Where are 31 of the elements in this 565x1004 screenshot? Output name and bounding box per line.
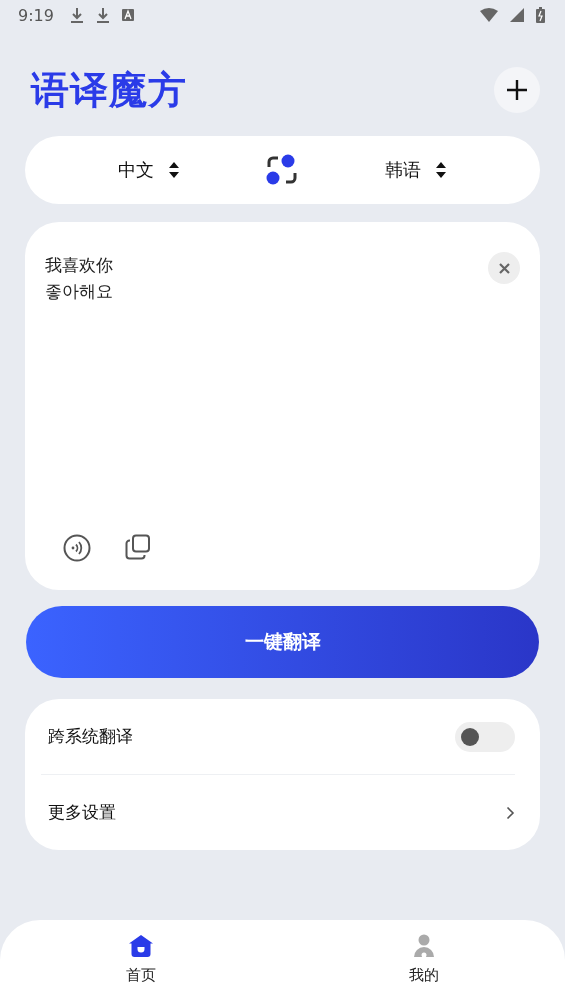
copy-button[interactable] [125,534,151,562]
swap-icon [266,154,299,186]
close-icon [498,262,510,274]
clear-button[interactable] [488,252,520,284]
sort-icon [168,161,181,179]
target-language-selector[interactable]: 韩语 [384,158,447,182]
add-button[interactable] [494,67,540,113]
plus-icon [506,79,528,101]
app-title: 语译魔方 [31,66,187,114]
chevron-right-icon[interactable] [506,805,515,820]
wifi-icon [480,8,498,22]
swap-button[interactable] [266,154,299,186]
source-language-selector[interactable]: 中文 [118,158,181,182]
keyboard-icon [121,9,134,21]
translate-button[interactable]: 一键翻译 [26,606,539,678]
sort-icon [434,161,447,179]
nav-tab[interactable]: 首页 [120,920,163,1004]
setting-label: 更多设置 [48,801,116,824]
signal-icon [510,8,524,22]
person-icon [412,934,435,958]
download-icon [69,7,84,23]
sound-icon [63,534,91,562]
copy-icon [125,534,151,560]
battery-icon [536,7,545,23]
download-icon [95,7,110,23]
home-icon [128,934,155,958]
toggle-switch[interactable] [455,721,515,752]
setting-label: 跨系统翻译 [48,725,133,748]
status-time: 9:19 [18,5,54,25]
nav-tab[interactable]: 我的 [402,920,445,1004]
speak-button[interactable] [63,534,91,562]
